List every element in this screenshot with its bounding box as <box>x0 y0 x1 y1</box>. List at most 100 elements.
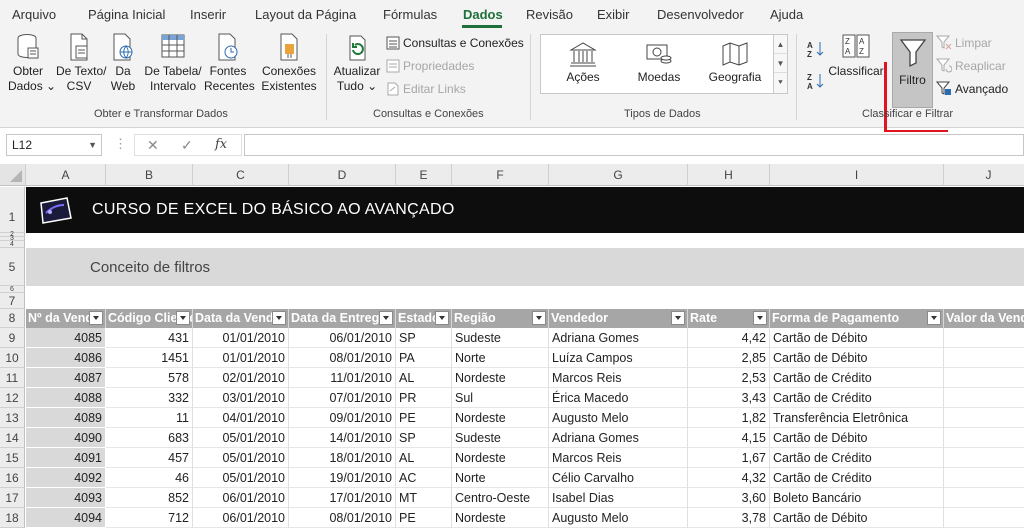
table-cell[interactable]: Cartão de Crédito <box>770 368 944 388</box>
table-cell[interactable]: Norte <box>452 468 549 488</box>
table-cell[interactable]: 4,42 <box>688 328 770 348</box>
filter-dropdown-icon[interactable] <box>89 311 103 325</box>
table-cell[interactable]: Cartão de Crédito <box>770 388 944 408</box>
table-cell[interactable]: 05/01/2010 <box>193 428 289 448</box>
table-cell[interactable]: 4088 <box>26 388 106 408</box>
table-cell[interactable]: 4093 <box>26 488 106 508</box>
table-cell[interactable]: 332 <box>106 388 193 408</box>
row-header-1[interactable]: 1 <box>0 187 25 233</box>
tab-arquivo[interactable]: Arquivo <box>12 7 56 22</box>
table-cell[interactable]: PE <box>396 408 452 428</box>
tab-formulas[interactable]: Fórmulas <box>383 7 437 22</box>
row-header-13[interactable]: 13 <box>0 408 25 428</box>
column-header-a[interactable]: A <box>26 164 106 186</box>
column-header-d[interactable]: D <box>289 164 396 186</box>
worksheet-grid[interactable]: ABCDEFGHIJ 1 2 3 4 5 6 7 8 9 10 11 12 13 14 15 16 17 18 C… <box>0 164 1024 532</box>
column-header-g[interactable]: G <box>549 164 688 186</box>
filter-button[interactable]: Filtro <box>892 32 933 108</box>
table-cell[interactable]: Cartão de Crédito <box>770 448 944 468</box>
table-cell[interactable] <box>944 328 1024 348</box>
row-header-11[interactable]: 11 <box>0 368 25 388</box>
table-cell[interactable]: 4091 <box>26 448 106 468</box>
gallery-down-icon[interactable]: ▼ <box>774 54 787 73</box>
table-cell[interactable]: 431 <box>106 328 193 348</box>
table-cell[interactable]: Nordeste <box>452 508 549 528</box>
table-cell[interactable]: Nordeste <box>452 448 549 468</box>
get-data-button[interactable]: Obter Dados ⌄ <box>8 32 56 94</box>
table-cell[interactable]: 1,67 <box>688 448 770 468</box>
column-header-f[interactable]: F <box>452 164 549 186</box>
select-all-corner[interactable] <box>0 164 26 186</box>
filter-dropdown-icon[interactable] <box>176 311 190 325</box>
table-cell[interactable] <box>944 348 1024 368</box>
table-cell[interactable]: 3,78 <box>688 508 770 528</box>
table-cell[interactable] <box>944 408 1024 428</box>
table-cell[interactable]: 05/01/2010 <box>193 448 289 468</box>
formula-input[interactable] <box>244 134 1024 156</box>
row-header-14[interactable]: 14 <box>0 428 25 448</box>
table-cell[interactable]: 4094 <box>26 508 106 528</box>
table-cell[interactable]: 2,85 <box>688 348 770 368</box>
row-header-10[interactable]: 10 <box>0 348 25 368</box>
column-header-i[interactable]: I <box>770 164 944 186</box>
table-cell[interactable]: 852 <box>106 488 193 508</box>
reapply-button[interactable]: Reaplicar <box>935 57 1006 75</box>
tab-pagina-inicial[interactable]: Página Inicial <box>88 7 165 22</box>
table-cell[interactable]: Sul <box>452 388 549 408</box>
advanced-filter-button[interactable]: Avançado <box>935 80 1008 98</box>
table-cell[interactable]: AL <box>396 368 452 388</box>
column-header-h[interactable]: H <box>688 164 770 186</box>
table-cell[interactable]: Marcos Reis <box>549 368 688 388</box>
table-cell[interactable]: 08/01/2010 <box>289 508 396 528</box>
from-text-csv-button[interactable]: De Texto/ CSV <box>56 32 106 94</box>
table-cell[interactable] <box>944 468 1024 488</box>
table-cell[interactable]: 05/01/2010 <box>193 468 289 488</box>
table-cell[interactable]: AL <box>396 448 452 468</box>
table-cell[interactable]: Luíza Campos <box>549 348 688 368</box>
row-header-9[interactable]: 9 <box>0 328 25 348</box>
table-cell[interactable]: Norte <box>452 348 549 368</box>
table-cell[interactable]: 03/01/2010 <box>193 388 289 408</box>
table-cell[interactable]: 11/01/2010 <box>289 368 396 388</box>
gallery-scroll[interactable]: ▲ ▼ ⯆ <box>773 35 787 93</box>
row-header-15[interactable]: 15 <box>0 448 25 468</box>
row-header-7[interactable]: 7 <box>0 293 25 309</box>
table-cell[interactable] <box>944 428 1024 448</box>
data-type-currencies[interactable]: Moedas <box>621 41 697 84</box>
table-cell[interactable]: AC <box>396 468 452 488</box>
row-header-8[interactable]: 8 <box>0 309 25 328</box>
table-cell[interactable]: PR <box>396 388 452 408</box>
table-cell[interactable]: 457 <box>106 448 193 468</box>
table-cell[interactable]: 19/01/2010 <box>289 468 396 488</box>
name-box-dropdown-icon[interactable]: ▼ <box>88 135 97 155</box>
table-cell[interactable]: MT <box>396 488 452 508</box>
table-cell[interactable]: Cartão de Débito <box>770 428 944 448</box>
table-cell[interactable]: 4089 <box>26 408 106 428</box>
table-cell[interactable]: 3,43 <box>688 388 770 408</box>
tab-inserir[interactable]: Inserir <box>190 7 226 22</box>
table-cell[interactable]: 17/01/2010 <box>289 488 396 508</box>
filter-dropdown-icon[interactable] <box>927 311 941 325</box>
table-cell[interactable]: Cartão de Crédito <box>770 468 944 488</box>
tab-dados[interactable]: Dados <box>463 7 503 22</box>
row-header-12[interactable]: 12 <box>0 388 25 408</box>
tab-revisao[interactable]: Revisão <box>526 7 573 22</box>
filter-dropdown-icon[interactable] <box>379 311 393 325</box>
table-cell[interactable]: 4090 <box>26 428 106 448</box>
table-cell[interactable]: 683 <box>106 428 193 448</box>
table-cell[interactable]: PA <box>396 348 452 368</box>
table-cell[interactable]: Isabel Dias <box>549 488 688 508</box>
table-cell[interactable]: 08/01/2010 <box>289 348 396 368</box>
table-cell[interactable]: Nordeste <box>452 368 549 388</box>
tab-layout-da-pagina[interactable]: Layout da Página <box>255 7 356 22</box>
row-header-18[interactable]: 18 <box>0 508 25 528</box>
clear-filter-button[interactable]: Limpar <box>935 34 992 52</box>
table-cell[interactable]: 01/01/2010 <box>193 328 289 348</box>
tab-exibir[interactable]: Exibir <box>597 7 630 22</box>
refresh-all-button[interactable]: Atualizar Tudo ⌄ <box>332 32 382 94</box>
table-cell[interactable]: 2,53 <box>688 368 770 388</box>
filter-dropdown-icon[interactable] <box>753 311 767 325</box>
table-cell[interactable] <box>944 448 1024 468</box>
table-cell[interactable]: SP <box>396 428 452 448</box>
table-cell[interactable]: 06/01/2010 <box>193 508 289 528</box>
